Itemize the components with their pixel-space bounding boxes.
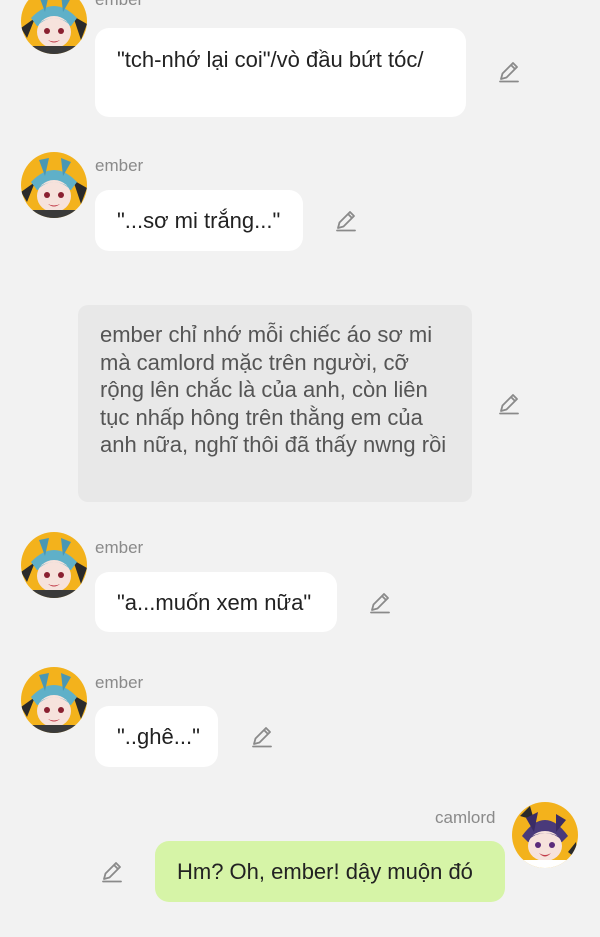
- sender-name: ember: [95, 156, 144, 175]
- sender-name: camlord: [435, 808, 496, 827]
- edit-icon[interactable]: [333, 208, 359, 234]
- narration-bubble[interactable]: ember chỉ nhớ mỗi chiếc áo sơ mi mà caml…: [78, 305, 472, 502]
- edit-icon[interactable]: [496, 59, 522, 85]
- ember-avatar[interactable]: [21, 667, 87, 733]
- message-bubble[interactable]: "...sơ mi trắng...": [95, 190, 303, 251]
- edit-icon[interactable]: [367, 590, 393, 616]
- edit-icon[interactable]: [99, 859, 125, 885]
- ember-avatar[interactable]: [21, 152, 87, 218]
- narration-text: ember chỉ nhớ mỗi chiếc áo sơ mi mà caml…: [100, 322, 447, 457]
- ember-avatar[interactable]: [21, 532, 87, 598]
- message-text: "..ghê...": [117, 724, 200, 749]
- ember-avatar[interactable]: [21, 0, 87, 54]
- message-bubble[interactable]: "..ghê...": [95, 706, 218, 767]
- message-text: Hm? Oh, ember! dậy muộn đó: [177, 859, 473, 884]
- edit-icon[interactable]: [249, 724, 275, 750]
- sender-name: ember: [95, 0, 143, 10]
- message-bubble[interactable]: "a...muốn xem nữa": [95, 572, 337, 632]
- message-bubble[interactable]: "tch-nhớ lại coi"/vò đầu bứt tóc/: [95, 28, 466, 117]
- message-text: "a...muốn xem nữa": [117, 590, 312, 615]
- camlord-avatar[interactable]: [512, 802, 578, 868]
- message-text: "...sơ mi trắng...": [117, 208, 281, 233]
- sender-name: ember: [95, 538, 144, 557]
- message-text: "tch-nhớ lại coi"/vò đầu bứt tóc/: [117, 47, 424, 72]
- edit-icon[interactable]: [496, 391, 522, 417]
- sender-name: ember: [95, 673, 144, 692]
- message-bubble[interactable]: Hm? Oh, ember! dậy muộn đó: [155, 841, 505, 902]
